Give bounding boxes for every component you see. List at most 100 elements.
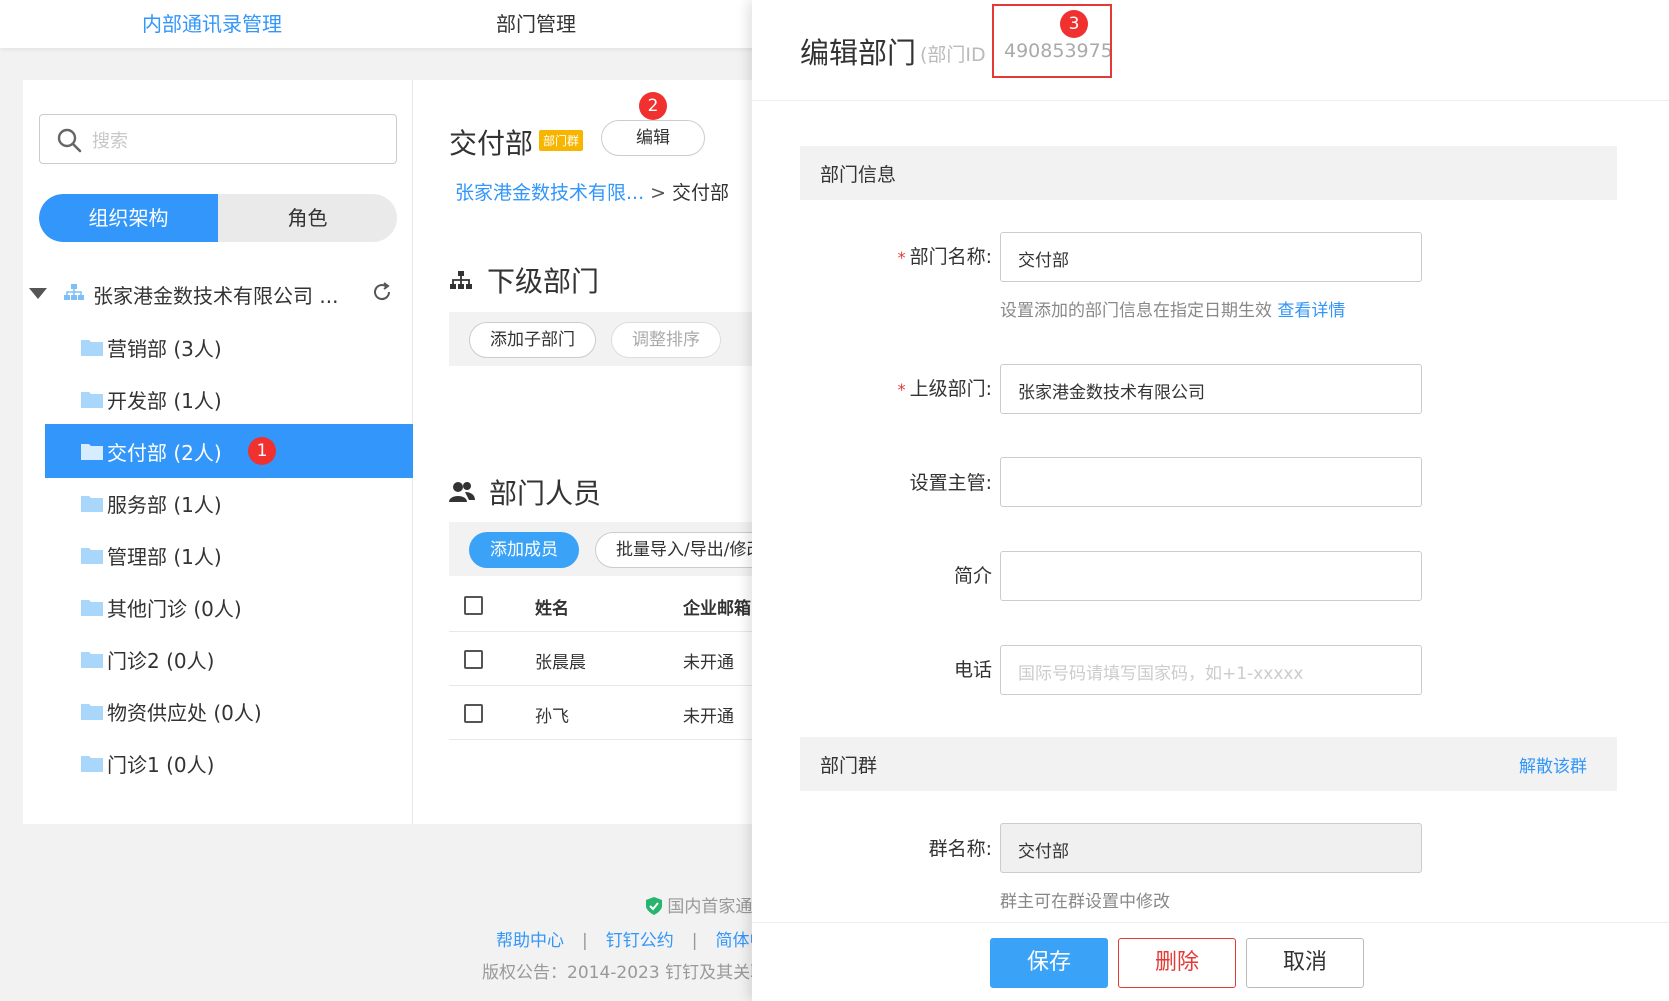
- folder-icon: [81, 600, 103, 616]
- intro-label: 简介: [953, 565, 992, 587]
- dept-group-tag: 部门群: [539, 130, 584, 151]
- search-icon: [57, 128, 82, 153]
- intro-input[interactable]: [1000, 551, 1422, 601]
- row-checkbox[interactable]: [464, 704, 483, 723]
- dept-label: 服务部 (1人): [107, 493, 222, 517]
- dept-label: 物资供应处 (0人): [107, 701, 262, 725]
- tree-root-company[interactable]: 张家港金数技术有限公司 ...: [23, 268, 413, 316]
- dissolve-group-link[interactable]: 解散该群: [1519, 752, 1587, 777]
- folder-icon: [81, 756, 103, 772]
- nav-contacts-management[interactable]: 内部通讯录管理: [142, 8, 282, 37]
- row-checkbox[interactable]: [464, 650, 483, 669]
- parent-label: * 上级部门:: [897, 378, 992, 400]
- agreement-link[interactable]: 钉钉公约: [606, 931, 674, 951]
- save-button[interactable]: 保存: [990, 938, 1108, 988]
- adjust-order-button[interactable]: 调整排序: [611, 322, 721, 358]
- select-all-checkbox[interactable]: [464, 596, 483, 615]
- dept-item-service[interactable]: 服务部 (1人): [45, 476, 413, 530]
- view-details-link[interactable]: 查看详情: [1277, 301, 1345, 321]
- header-email: 企业邮箱: [683, 599, 751, 619]
- department-name-input[interactable]: 交付部: [1000, 232, 1422, 282]
- required-mark: *: [897, 380, 906, 399]
- folder-icon: [81, 704, 103, 720]
- search-placeholder: 搜索: [92, 131, 128, 152]
- drawer-title: 编辑部门: [800, 36, 917, 70]
- hierarchy-icon: [450, 271, 472, 289]
- manager-label: 设置主管:: [909, 472, 992, 494]
- department-id-label: (部门ID: [920, 44, 986, 66]
- dept-item-supplies[interactable]: 物资供应处 (0人): [45, 684, 413, 738]
- folder-icon: [81, 548, 103, 564]
- delete-button[interactable]: 删除: [1118, 938, 1236, 988]
- breadcrumb-separator: >: [650, 182, 667, 204]
- breadcrumb-current: 交付部: [672, 182, 730, 204]
- footer-separator: |: [691, 931, 698, 951]
- phone-label: 电话: [953, 659, 992, 681]
- sub-departments-title: 下级部门: [487, 265, 600, 298]
- group-name-input: 交付部: [1000, 823, 1422, 873]
- footer-divider: [752, 922, 1669, 923]
- member-name: 孙飞: [535, 707, 569, 727]
- parent-department-input[interactable]: 张家港金数技术有限公司: [1000, 364, 1422, 414]
- department-group-section: 部门群 解散该群: [800, 737, 1617, 791]
- folder-icon: [81, 652, 103, 668]
- sub-departments-heading: 下级部门: [449, 260, 599, 300]
- section-title: 部门信息: [820, 164, 897, 186]
- company-name: 张家港金数技术有限公司 ...: [93, 284, 339, 308]
- dept-label: 管理部 (1人): [107, 545, 222, 569]
- phone-input[interactable]: 国际号码请填写国家码，如+1-xxxxx: [1000, 645, 1422, 695]
- step-badge-2: 2: [639, 92, 667, 120]
- folder-icon: [81, 496, 103, 512]
- folder-icon: [81, 392, 103, 408]
- folder-icon: [81, 340, 103, 356]
- group-name-hint: 群主可在群设置中修改: [1000, 892, 1170, 912]
- breadcrumb-root-link[interactable]: 张家港金数技术有限...: [455, 182, 644, 204]
- department-info-section: 部门信息: [800, 146, 1617, 200]
- add-member-button[interactable]: 添加成员: [469, 532, 579, 568]
- name-hint: 设置添加的部门信息在指定日期生效 查看详情: [1000, 301, 1346, 321]
- dept-label: 门诊2 (0人): [107, 649, 215, 673]
- users-icon: [449, 482, 475, 502]
- step-badge-1: 1: [248, 437, 276, 465]
- org-chart-icon: [64, 284, 84, 300]
- dept-label: 其他门诊 (0人): [107, 597, 242, 621]
- nav-department-management[interactable]: 部门管理: [496, 8, 576, 37]
- section-title: 部门群: [820, 755, 878, 777]
- footer-separator: |: [582, 931, 588, 951]
- dept-item-delivery[interactable]: 交付部 (2人) 1: [45, 424, 413, 478]
- members-heading: 部门人员: [449, 472, 601, 512]
- breadcrumb: 张家港金数技术有限... > 交付部: [455, 178, 729, 205]
- footer-links: 帮助中心 | 钉钉公约 | 简体中: [496, 926, 766, 951]
- org-sidebar: 搜索 组织架构 角色 张家港金数技术有限公司 ... 营销部 (3人) 开发部 …: [23, 80, 413, 824]
- dept-label: 营销部 (3人): [107, 337, 222, 361]
- dept-item-clinic-2[interactable]: 门诊2 (0人): [45, 632, 413, 686]
- refresh-icon[interactable]: [371, 281, 393, 303]
- collapse-caret-icon[interactable]: [29, 288, 47, 299]
- members-title: 部门人员: [489, 477, 602, 510]
- tab-roles[interactable]: 角色: [218, 194, 397, 242]
- dept-label: 门诊1 (0人): [107, 753, 215, 777]
- required-mark: *: [897, 248, 906, 267]
- cancel-button[interactable]: 取消: [1246, 938, 1364, 988]
- dept-item-other-clinic[interactable]: 其他门诊 (0人): [45, 580, 413, 634]
- department-title: 交付部: [449, 127, 534, 160]
- header-divider: [752, 100, 1669, 101]
- step-badge-3: 3: [1060, 10, 1088, 38]
- group-name-label: 群名称:: [928, 838, 992, 860]
- add-sub-department-button[interactable]: 添加子部门: [469, 322, 596, 358]
- dept-item-management[interactable]: 管理部 (1人): [45, 528, 413, 582]
- highlight-box: [992, 4, 1112, 78]
- member-name: 张晨晨: [535, 653, 586, 673]
- tab-org-structure[interactable]: 组织架构: [39, 194, 218, 242]
- view-switch: 组织架构 角色: [39, 194, 397, 242]
- dept-item-marketing[interactable]: 营销部 (3人): [45, 320, 413, 374]
- edit-button[interactable]: 编辑: [601, 120, 705, 156]
- help-center-link[interactable]: 帮助中心: [496, 931, 564, 951]
- search-input[interactable]: 搜索: [39, 114, 397, 164]
- name-label: * 部门名称:: [897, 246, 992, 268]
- dept-item-development[interactable]: 开发部 (1人): [45, 372, 413, 426]
- dept-item-clinic-1[interactable]: 门诊1 (0人): [45, 736, 413, 790]
- header-name: 姓名: [535, 599, 569, 619]
- folder-icon: [81, 444, 103, 460]
- manager-input[interactable]: [1000, 457, 1422, 507]
